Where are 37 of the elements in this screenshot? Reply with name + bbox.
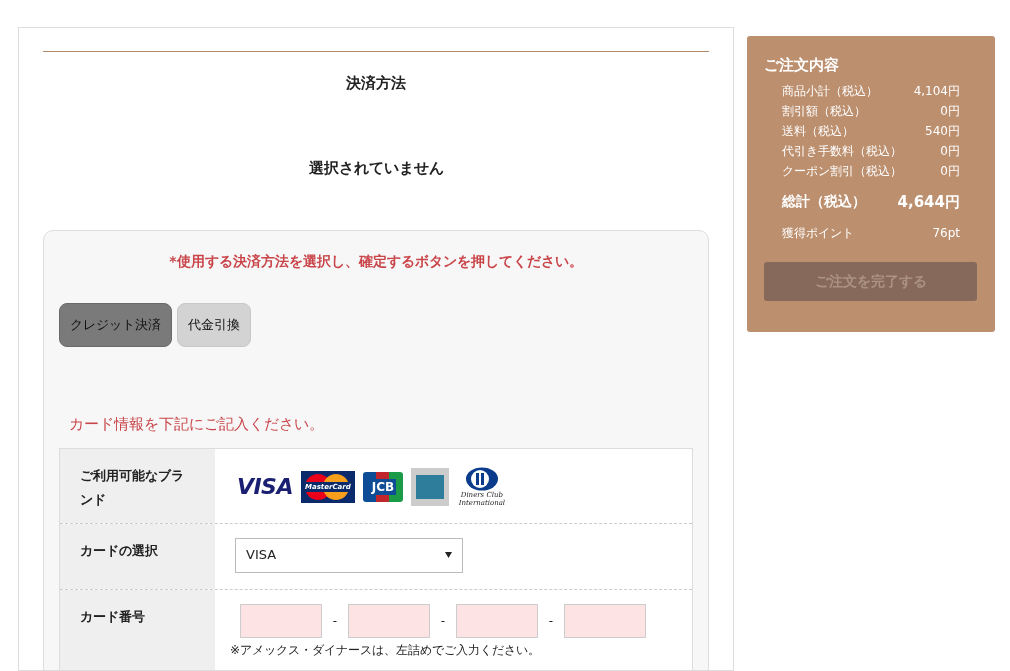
separator-text: - (547, 612, 555, 630)
summary-label: クーポン割引（税込） (782, 162, 902, 180)
summary-value: 4,104円 (913, 82, 960, 100)
summary-title: ご注文内容 (764, 55, 840, 76)
summary-value: 0円 (940, 162, 960, 180)
total-label: 総計（税込） (782, 191, 866, 211)
dropdown-arrow-icon (445, 552, 452, 558)
status-text: 選択されていません (307, 157, 445, 179)
instruction-text: *使用する決済方法を選択し、確定するボタンを押してください。 (168, 252, 584, 271)
summary-value: 0円 (940, 142, 960, 160)
summary-label: 代引き手数料（税込） (782, 142, 902, 160)
summary-label: 送料（税込） (782, 122, 854, 140)
jcb-logo: JCB (362, 471, 403, 502)
field-label: カード番号 (80, 608, 145, 624)
points-label: 獲得ポイント (782, 225, 854, 242)
card-prompt: カード情報を下記にご記入ください。 (69, 414, 325, 435)
summary-value: 540円 (925, 122, 960, 140)
card-select[interactable]: VISA (235, 537, 463, 573)
card-number-field[interactable] (456, 603, 538, 638)
note-text: ※アメックス・ダイナースは、左詰めでご入力ください。 (230, 641, 542, 659)
points-value: 76pt (932, 225, 960, 242)
summary-label: 割引額（税込） (782, 102, 866, 120)
card-brand-icon (410, 467, 449, 506)
field-label: カードの選択 (80, 542, 158, 558)
payment-method-tab[interactable]: クレジット決済 (59, 303, 172, 347)
card-number-field[interactable] (564, 603, 646, 638)
separator-text: - (439, 612, 447, 630)
card-number-field[interactable] (240, 603, 322, 638)
section-title: 決済方法 (345, 73, 407, 94)
summary-value: 0円 (940, 102, 960, 120)
summary-label: 商品小計（税込） (782, 82, 878, 100)
visa-logo: VISA (237, 475, 293, 498)
card-number-field[interactable] (348, 603, 430, 638)
payment-method-tab[interactable]: 代金引換 (177, 303, 251, 347)
separator-text: - (331, 612, 339, 630)
total-value: 4,644円 (897, 191, 960, 213)
field-label: ご利用可能なブランド (80, 467, 184, 507)
